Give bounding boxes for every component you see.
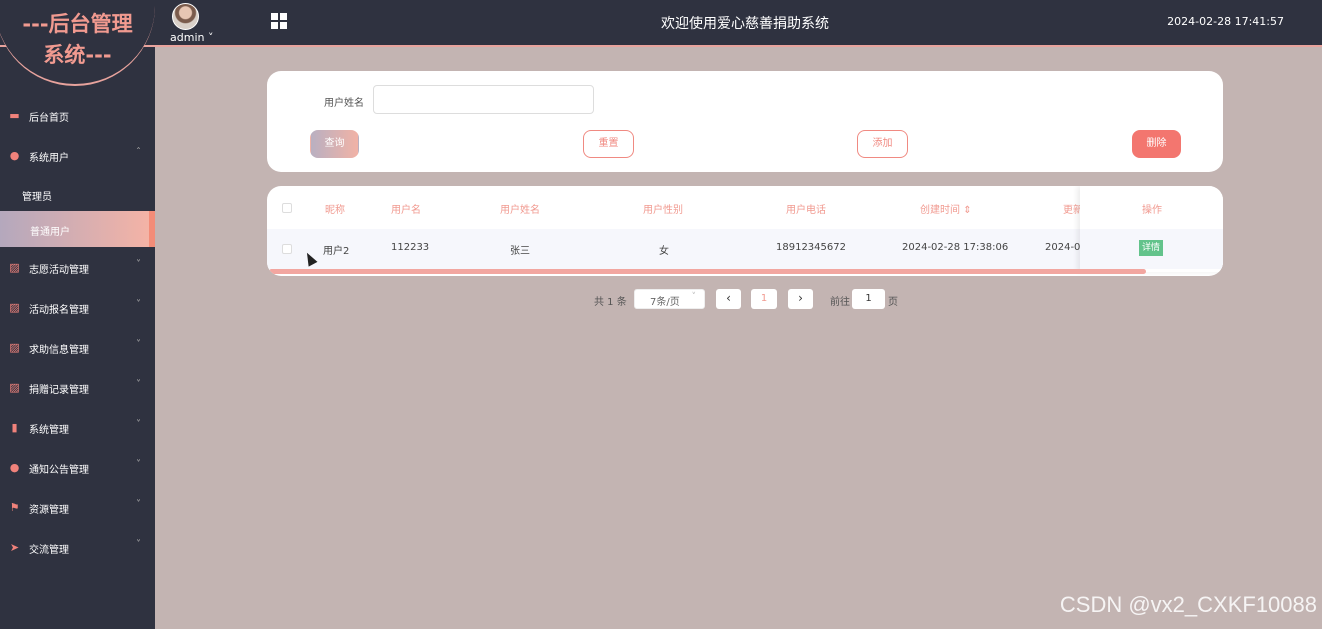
flag-icon: ⚑ <box>9 501 20 514</box>
watermark: CSDN @vx2_CXKF10088 <box>1059 592 1317 617</box>
chevron-down-icon: ˅ <box>136 419 141 430</box>
user-menu[interactable]: admin ˅ <box>170 31 213 44</box>
chevron-down-icon: ˅ <box>136 299 141 310</box>
horizontal-scrollbar[interactable] <box>269 269 1146 274</box>
sidebar-item-notice[interactable]: ● 通知公告管理 ˅ <box>0 447 155 487</box>
page-title: 欢迎使用爱心慈善捐助系统 <box>661 16 829 32</box>
page-unit-label: 页 <box>888 297 898 308</box>
sidebar-subitem-label: 普通用户 <box>30 227 70 238</box>
chevron-up-icon: ˆ <box>136 147 141 158</box>
column-header: 用户名 <box>391 205 421 216</box>
sidebar-item-label: 通知公告管理 <box>29 465 89 476</box>
cell-gender: 女 <box>659 246 669 257</box>
column-header: 用户电话 <box>786 205 826 216</box>
goto-page-input[interactable]: 1 <box>852 289 885 309</box>
sidebar-item-label: 求助信息管理 <box>29 345 89 356</box>
sidebar: ▬ 后台首页 ● 系统用户 ˆ 管理员 普通用户 ▨ 志愿活动管理 ˅ ▨ 活动… <box>0 47 155 629</box>
search-input[interactable] <box>373 85 594 114</box>
page-size-select[interactable]: 7条/页 ˅ <box>634 289 705 309</box>
user-name: admin <box>170 31 205 44</box>
logo-line-2: 系统--- <box>43 43 112 67</box>
prev-page-button[interactable]: ‹ <box>716 289 741 309</box>
sidebar-item-label: 系统用户 <box>29 153 69 164</box>
search-panel: 用户姓名 查询 重置 添加 删除 <box>267 71 1223 172</box>
send-icon: ➤ <box>9 541 20 554</box>
column-header: 操作 <box>1142 205 1162 216</box>
column-header: 昵称 <box>325 205 345 216</box>
chevron-down-icon: ˅ <box>136 259 141 270</box>
grid-menu-icon[interactable] <box>271 13 287 29</box>
chart-icon: ▨ <box>9 341 20 354</box>
bar-chart-icon: ▮ <box>11 421 18 434</box>
column-header: 用户性别 <box>643 205 683 216</box>
chevron-down-icon: ˅ <box>207 31 214 44</box>
row-checkbox[interactable] <box>282 244 292 254</box>
sidebar-item-label: 志愿活动管理 <box>29 265 89 276</box>
column-header-sortable[interactable]: 创建时间 ⇕ <box>920 201 972 216</box>
chevron-down-icon: ˅ <box>136 459 141 470</box>
sidebar-subitem-label: 管理员 <box>22 192 52 203</box>
query-button[interactable]: 查询 <box>310 130 359 158</box>
search-label: 用户姓名 <box>324 98 364 109</box>
sidebar-item-label: 活动报名管理 <box>29 305 89 316</box>
data-table: 昵称 用户名 用户姓名 用户性别 用户电话 创建时间 ⇕ 更新 用户2 1122… <box>267 186 1223 276</box>
sidebar-item-label: 后台首页 <box>29 113 69 124</box>
cell-phone: 18912345672 <box>776 242 846 253</box>
chevron-down-icon: ˅ <box>691 292 697 302</box>
sidebar-item-volunteer[interactable]: ▨ 志愿活动管理 ˅ <box>0 247 155 287</box>
sidebar-item-label: 交流管理 <box>29 545 69 556</box>
sidebar-item-label: 系统管理 <box>29 425 69 436</box>
goto-label: 前往 <box>830 297 850 308</box>
chevron-down-icon: ˅ <box>136 499 141 510</box>
sidebar-item-home[interactable]: ▬ 后台首页 <box>0 95 155 135</box>
user-icon: ● <box>9 149 20 162</box>
avatar[interactable] <box>172 3 199 30</box>
sidebar-subitem-admin[interactable]: 管理员 <box>0 176 155 212</box>
logo-line-1: ---后台管理 <box>22 12 133 36</box>
current-page[interactable]: 1 <box>751 289 777 309</box>
logo: ---后台管理 系统--- <box>0 0 155 88</box>
sidebar-item-label: 资源管理 <box>29 505 69 516</box>
chart-icon: ▨ <box>9 261 20 274</box>
sort-icon: ⇕ <box>963 205 972 216</box>
sidebar-item-label: 捐赠记录管理 <box>29 385 89 396</box>
chart-icon: ▨ <box>9 381 20 394</box>
detail-button[interactable]: 详情 <box>1139 240 1163 256</box>
chevron-down-icon: ˅ <box>136 379 141 390</box>
chevron-down-icon: ˅ <box>136 339 141 350</box>
column-header-label: 创建时间 <box>920 205 960 216</box>
cell-realname: 张三 <box>510 246 530 257</box>
sidebar-item-help[interactable]: ▨ 求助信息管理 ˅ <box>0 327 155 367</box>
sidebar-item-system[interactable]: ▮ 系统管理 ˅ <box>0 407 155 447</box>
cell-username: 112233 <box>391 242 430 253</box>
info-icon: ● <box>9 461 20 474</box>
reset-button[interactable]: 重置 <box>583 130 634 158</box>
sidebar-item-donation[interactable]: ▨ 捐赠记录管理 ˅ <box>0 367 155 407</box>
actions-column: 操作 详情 <box>1080 186 1223 272</box>
chart-icon: ▨ <box>9 301 20 314</box>
select-all-checkbox[interactable] <box>282 203 292 213</box>
sidebar-item-signup[interactable]: ▨ 活动报名管理 ˅ <box>0 287 155 327</box>
chevron-down-icon: ˅ <box>136 539 141 550</box>
delete-button[interactable]: 删除 <box>1132 130 1181 158</box>
top-bar: admin ˅ 欢迎使用爱心慈善捐助系统 2024-02-28 17:41:57 <box>0 0 1322 47</box>
cell-nickname: 用户2 <box>323 246 350 257</box>
cell-created: 2024-02-28 17:38:06 <box>902 242 1009 253</box>
monitor-icon: ▬ <box>9 109 20 122</box>
sidebar-item-exchange[interactable]: ➤ 交流管理 ˅ <box>0 527 155 567</box>
add-button[interactable]: 添加 <box>857 130 908 158</box>
column-header: 用户姓名 <box>500 205 540 216</box>
pagination-total: 共 1 条 <box>594 297 627 308</box>
next-page-button[interactable]: › <box>788 289 813 309</box>
sidebar-item-resource[interactable]: ⚑ 资源管理 ˅ <box>0 487 155 527</box>
sidebar-subitem-normal-user[interactable]: 普通用户 <box>0 211 155 247</box>
page-size-value: 7条/页 <box>650 297 680 308</box>
datetime: 2024-02-28 17:41:57 <box>1167 15 1284 28</box>
sidebar-item-system-users[interactable]: ● 系统用户 ˆ <box>0 135 155 175</box>
